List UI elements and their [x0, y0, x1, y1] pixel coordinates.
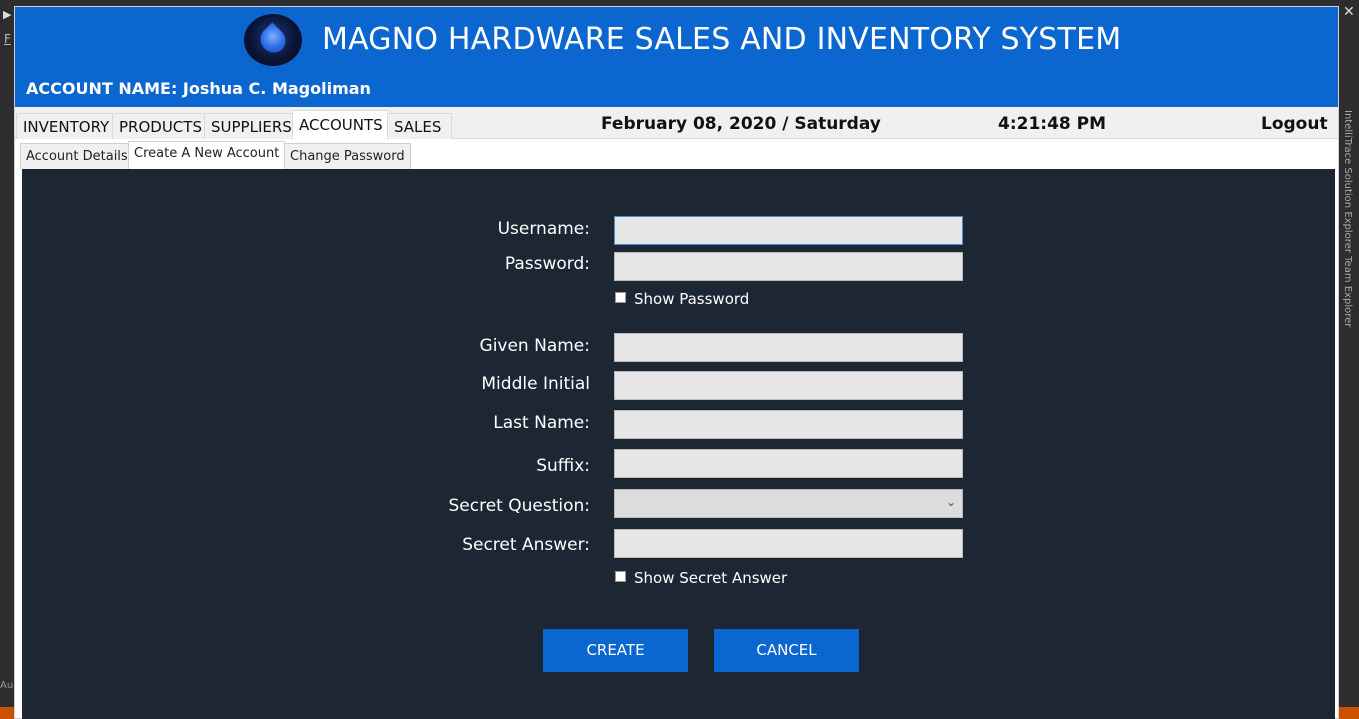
last-name-input[interactable]	[614, 410, 963, 439]
ide-status-bar	[0, 707, 14, 719]
ide-status-bar-right	[1337, 707, 1359, 719]
sub-tabbar: Account Details Create A New Account Cha…	[20, 139, 1335, 169]
middle-initial-label: Middle Initial	[481, 374, 590, 394]
account-name: ACCOUNT NAME: Joshua C. Magoliman	[26, 79, 371, 98]
secret-question-select[interactable]: ⌄	[614, 489, 963, 518]
logo-icon	[244, 14, 302, 66]
show-secret-answer-label: Show Secret Answer	[634, 569, 788, 587]
current-date: February 08, 2020 / Saturday	[601, 114, 881, 134]
middle-initial-input[interactable]	[614, 371, 963, 400]
ide-left-strip: ▶ F Au	[0, 0, 14, 719]
password-input[interactable]	[614, 252, 963, 281]
close-icon[interactable]: ✕	[1343, 4, 1355, 20]
cancel-button[interactable]: CANCEL	[714, 629, 859, 672]
checkbox-box[interactable]	[615, 571, 626, 582]
chevron-down-icon[interactable]: ⌄	[946, 495, 956, 509]
create-account-panel: Username: Password: Show Password Given …	[22, 169, 1335, 719]
tab-inventory[interactable]: INVENTORY	[16, 113, 117, 139]
app-window: MAGNO HARDWARE SALES AND INVENTORY SYSTE…	[14, 6, 1339, 719]
create-button[interactable]: CREATE	[543, 629, 688, 672]
logout-link[interactable]: Logout	[1261, 114, 1328, 134]
show-password-label: Show Password	[634, 290, 750, 308]
suffix-label: Suffix:	[536, 456, 590, 476]
app-title: MAGNO HARDWARE SALES AND INVENTORY SYSTE…	[322, 22, 1122, 57]
current-time: 4:21:48 PM	[998, 114, 1107, 134]
tab-products[interactable]: PRODUCTS	[112, 113, 209, 139]
suffix-input[interactable]	[614, 449, 963, 478]
ide-right-strip: ✕ IntelliTrace Solution Explorer Team Ex…	[1337, 0, 1359, 719]
username-label: Username:	[497, 219, 590, 239]
given-name-label: Given Name:	[479, 336, 590, 356]
ide-panel-fragment: Au	[0, 680, 14, 691]
tab-accounts[interactable]: ACCOUNTS	[292, 110, 390, 140]
subtab-change-password[interactable]: Change Password	[284, 143, 411, 169]
secret-question-label: Secret Question:	[448, 496, 590, 516]
subtab-create-account[interactable]: Create A New Account	[128, 141, 286, 169]
tab-sales[interactable]: SALES	[387, 113, 452, 139]
username-input[interactable]	[614, 216, 963, 245]
subtab-account-details[interactable]: Account Details	[20, 143, 134, 169]
secret-answer-label: Secret Answer:	[462, 535, 590, 555]
given-name-input[interactable]	[614, 333, 963, 362]
last-name-label: Last Name:	[493, 413, 590, 433]
checkbox-box[interactable]	[615, 292, 626, 303]
tab-suppliers[interactable]: SUPPLIERS	[204, 113, 299, 139]
ide-menu-fragment: F	[4, 32, 11, 46]
play-icon[interactable]: ▶	[3, 8, 11, 21]
ide-side-tabs[interactable]: IntelliTrace Solution Explorer Team Expl…	[1341, 110, 1353, 327]
app-header: MAGNO HARDWARE SALES AND INVENTORY SYSTE…	[15, 7, 1338, 107]
secret-answer-input[interactable]	[614, 529, 963, 558]
password-label: Password:	[504, 254, 590, 274]
